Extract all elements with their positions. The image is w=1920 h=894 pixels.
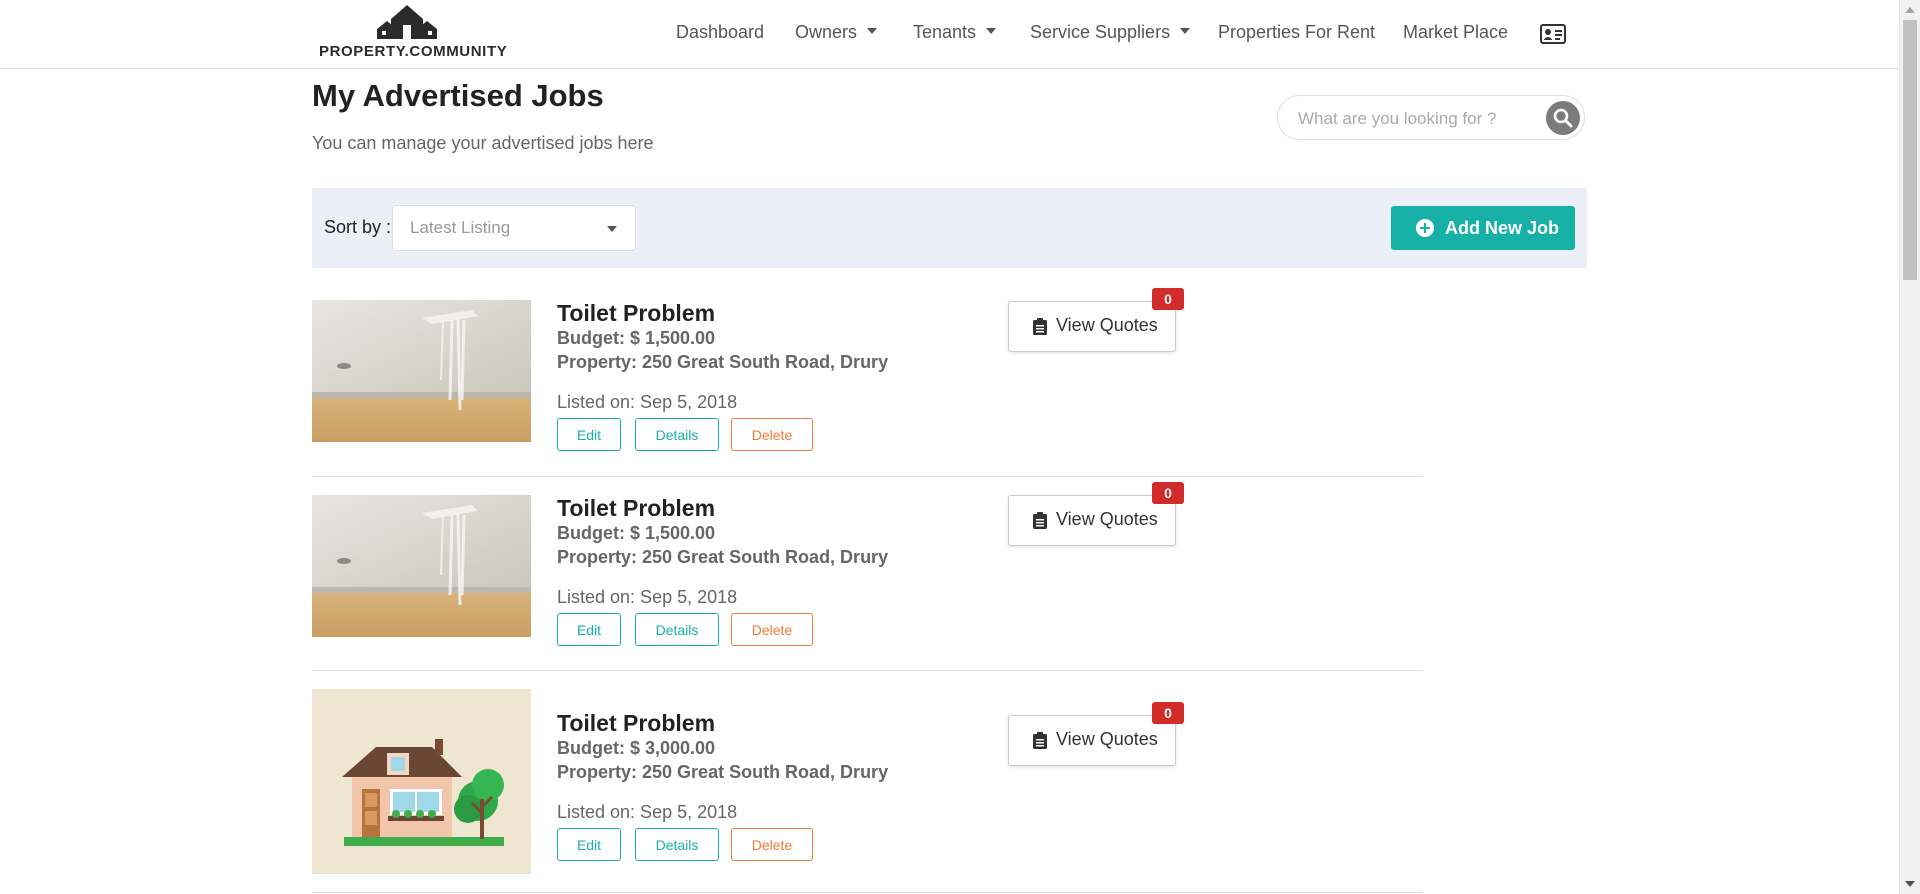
job-property: Property: 250 Great South Road, Drury: [557, 547, 889, 567]
nav-market-place[interactable]: Market Place: [1403, 22, 1508, 43]
sort-select-value: Latest Listing: [410, 218, 511, 237]
chevron-down-icon: [1180, 28, 1191, 35]
job-row: Toilet Problem Budget: $ 1,500.00 Proper…: [312, 482, 1423, 671]
scroll-thumb[interactable]: [1903, 20, 1917, 280]
search-button[interactable]: [1546, 101, 1580, 135]
nav-dashboard[interactable]: Dashboard: [676, 22, 764, 43]
job-budget: Budget: $ 1,500.00: [557, 523, 716, 543]
clipboard-icon: [1033, 512, 1047, 529]
job-image[interactable]: [312, 689, 531, 874]
house-logo-icon: [377, 5, 437, 39]
search-input[interactable]: [1296, 106, 1525, 132]
brand-logo[interactable]: PROPERTY.COMMUNITY: [319, 5, 507, 61]
nav-properties-for-rent[interactable]: Properties For Rent: [1218, 22, 1375, 43]
view-quotes-label: View Quotes: [1056, 729, 1158, 749]
job-property: Property: 250 Great South Road, Drury: [557, 352, 889, 372]
details-button[interactable]: Details: [635, 828, 719, 861]
job-listed-date: Listed on: Sep 5, 2018: [557, 587, 738, 607]
view-quotes-button[interactable]: View Quotes: [1008, 715, 1176, 766]
details-button[interactable]: Details: [635, 613, 719, 646]
add-new-job-label: Add New Job: [1445, 218, 1560, 238]
job-title[interactable]: Toilet Problem: [557, 495, 715, 522]
clipboard-icon: [1033, 732, 1047, 749]
search-icon: [1553, 108, 1573, 128]
job-budget: Budget: $ 3,000.00: [557, 738, 716, 758]
nav-tenants[interactable]: Tenants: [913, 22, 997, 43]
house-illustration-image: [312, 689, 531, 874]
plus-circle-icon: [1416, 219, 1434, 237]
brand-name: PROPERTY.COMMUNITY: [319, 43, 508, 60]
job-title[interactable]: Toilet Problem: [557, 710, 715, 737]
scroll-up-arrow-icon[interactable]: [1905, 7, 1915, 13]
page-title: My Advertised Jobs: [312, 78, 604, 113]
delete-button[interactable]: Delete: [731, 613, 813, 646]
view-quotes-button[interactable]: View Quotes: [1008, 301, 1176, 352]
nav-owners-label: Owners: [795, 22, 858, 42]
nav-tenants-label: Tenants: [913, 22, 977, 42]
job-image[interactable]: [312, 495, 531, 637]
job-title[interactable]: Toilet Problem: [557, 300, 715, 327]
nav-service-suppliers-label: Service Suppliers: [1030, 22, 1171, 42]
view-quotes-label: View Quotes: [1056, 315, 1158, 335]
profile-card-icon[interactable]: [1540, 24, 1566, 44]
nav-owners[interactable]: Owners: [795, 22, 878, 43]
top-navbar: PROPERTY.COMMUNITY Dashboard Owners Tena…: [0, 0, 1900, 69]
chevron-down-icon: [986, 28, 997, 35]
edit-button[interactable]: Edit: [557, 418, 621, 451]
job-row: Toilet Problem Budget: $ 1,500.00 Proper…: [312, 288, 1423, 477]
job-property: Property: 250 Great South Road, Drury: [557, 762, 889, 782]
clipboard-icon: [1033, 318, 1047, 335]
edit-button[interactable]: Edit: [557, 613, 621, 646]
job-listed-date: Listed on: Sep 5, 2018: [557, 392, 738, 412]
delete-button[interactable]: Delete: [731, 828, 813, 861]
add-new-job-button[interactable]: Add New Job: [1391, 206, 1575, 250]
view-quotes-label: View Quotes: [1056, 509, 1158, 529]
edit-button[interactable]: Edit: [557, 828, 621, 861]
nav-service-suppliers[interactable]: Service Suppliers: [1030, 22, 1191, 43]
job-image[interactable]: [312, 300, 531, 442]
delete-button[interactable]: Delete: [731, 418, 813, 451]
job-listed-date: Listed on: Sep 5, 2018: [557, 802, 738, 822]
quotes-count-badge: 0: [1152, 482, 1184, 504]
job-row: Toilet Problem Budget: $ 3,000.00 Proper…: [312, 689, 1423, 893]
scroll-down-arrow-icon[interactable]: [1905, 881, 1915, 887]
chevron-down-icon: [867, 28, 878, 35]
quotes-count-badge: 0: [1152, 702, 1184, 724]
chevron-down-icon: [607, 226, 617, 232]
page-subtitle: You can manage your advertised jobs here: [312, 133, 654, 153]
sort-select[interactable]: Latest Listing: [392, 205, 636, 251]
search-box: [1277, 95, 1585, 140]
job-budget: Budget: $ 1,500.00: [557, 328, 716, 348]
page-scrollbar[interactable]: [1899, 0, 1920, 894]
ceiling-leak-image: [312, 495, 531, 637]
view-quotes-button[interactable]: View Quotes: [1008, 495, 1176, 546]
quotes-count-badge: 0: [1152, 288, 1184, 310]
sort-label: Sort by :: [324, 217, 392, 237]
ceiling-leak-image: [312, 300, 531, 442]
details-button[interactable]: Details: [635, 418, 719, 451]
filter-bar: Sort by : Latest Listing Add New Job: [312, 188, 1587, 268]
